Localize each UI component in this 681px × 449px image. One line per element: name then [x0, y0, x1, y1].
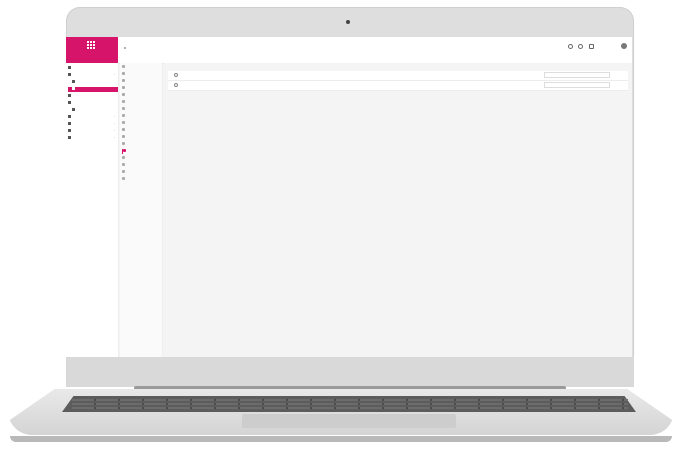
subnav-item-16[interactable] — [122, 170, 162, 175]
nav-item-7[interactable] — [68, 108, 118, 113]
item-icon — [122, 86, 125, 89]
item-icon — [122, 100, 125, 103]
subnav-item-6[interactable] — [122, 100, 162, 105]
trackpad — [242, 414, 456, 428]
item-icon — [122, 177, 125, 180]
search-icon[interactable] — [568, 44, 573, 49]
subnav-item-2[interactable] — [122, 72, 162, 77]
settings-icon — [68, 129, 71, 132]
top-bar — [66, 37, 632, 64]
subnav-item-17[interactable] — [122, 177, 162, 182]
item-icon — [123, 149, 126, 152]
subnav-item-15[interactable] — [122, 163, 162, 168]
nav-item-5[interactable] — [68, 94, 118, 99]
subnav-item-3[interactable] — [122, 79, 162, 84]
nav-item-9[interactable]: › — [68, 122, 118, 127]
laptop-foot — [10, 436, 672, 442]
brand-logo-area[interactable] — [66, 37, 118, 63]
item-icon — [122, 163, 125, 166]
home-icon — [68, 66, 71, 69]
subnav-item-12[interactable] — [122, 142, 162, 147]
table-row[interactable] — [168, 71, 628, 81]
item-icon — [122, 79, 125, 82]
item-icon — [122, 156, 125, 159]
subnav-item-14[interactable] — [122, 156, 162, 161]
nav-item-2[interactable]: › — [68, 73, 118, 78]
grid-icon — [72, 87, 75, 90]
grid-logo-icon — [87, 41, 96, 50]
item-icon — [122, 114, 125, 117]
laptop-base — [8, 389, 674, 435]
key-row — [72, 403, 628, 405]
nav-item-8[interactable]: › — [68, 115, 118, 120]
nav-item-3[interactable] — [68, 80, 118, 85]
tag-icon — [72, 80, 75, 83]
item-icon — [122, 121, 125, 124]
doc-icon — [68, 115, 71, 118]
item-icon — [122, 107, 125, 110]
laptop-bezel-bottom — [66, 357, 634, 387]
subnav-item-4[interactable] — [122, 86, 162, 91]
chevron-down-icon: › — [114, 136, 115, 139]
item-icon — [122, 142, 125, 145]
main-content — [164, 63, 632, 357]
item-icon — [122, 170, 125, 173]
key-row — [72, 399, 628, 401]
cart-icon — [68, 136, 71, 139]
subnav-item-13-active[interactable] — [122, 149, 163, 154]
status-dot-icon — [124, 47, 126, 49]
nav-item-4-active[interactable] — [68, 87, 118, 92]
notification-icon[interactable] — [589, 44, 594, 49]
item-icon — [122, 135, 125, 138]
primary-sidebar: › › › › › — [66, 63, 119, 357]
subnav-item-1[interactable] — [122, 65, 162, 70]
user-icon — [68, 101, 71, 104]
chevron-down-icon: › — [114, 122, 115, 125]
nav-item-6[interactable] — [68, 101, 118, 106]
nav-item-11[interactable]: › — [68, 136, 118, 141]
nav-item-10[interactable]: › — [68, 129, 118, 134]
subnav-item-11[interactable] — [122, 135, 162, 140]
chevron-down-icon: › — [114, 73, 115, 76]
folder-icon — [68, 122, 71, 125]
chart-icon — [72, 108, 75, 111]
item-icon — [122, 72, 125, 75]
item-icon — [122, 93, 125, 96]
item-icon — [122, 128, 125, 131]
row-circle-icon — [174, 73, 178, 77]
chevron-down-icon: › — [114, 129, 115, 132]
avatar[interactable] — [621, 43, 627, 49]
subnav-item-10[interactable] — [122, 128, 162, 133]
status-select[interactable] — [544, 72, 610, 78]
table-row[interactable] — [168, 81, 628, 91]
laptop-screen: › › › › › — [66, 37, 632, 357]
settings-icon[interactable] — [578, 44, 583, 49]
webcam-icon — [346, 20, 350, 24]
box-icon — [68, 73, 71, 76]
app-window: › › › › › — [66, 37, 632, 357]
key-row — [72, 407, 628, 409]
subnav-item-8[interactable] — [122, 114, 162, 119]
secondary-sidebar — [120, 63, 163, 357]
nav-item-1[interactable] — [68, 66, 118, 71]
subnav-item-9[interactable] — [122, 121, 162, 126]
subnav-item-7[interactable] — [122, 107, 162, 112]
chevron-down-icon: › — [114, 115, 115, 118]
item-icon — [122, 65, 125, 68]
row-circle-icon — [174, 83, 178, 87]
status-select[interactable] — [544, 82, 610, 88]
list-icon — [68, 94, 71, 97]
subnav-item-5[interactable] — [122, 93, 162, 98]
